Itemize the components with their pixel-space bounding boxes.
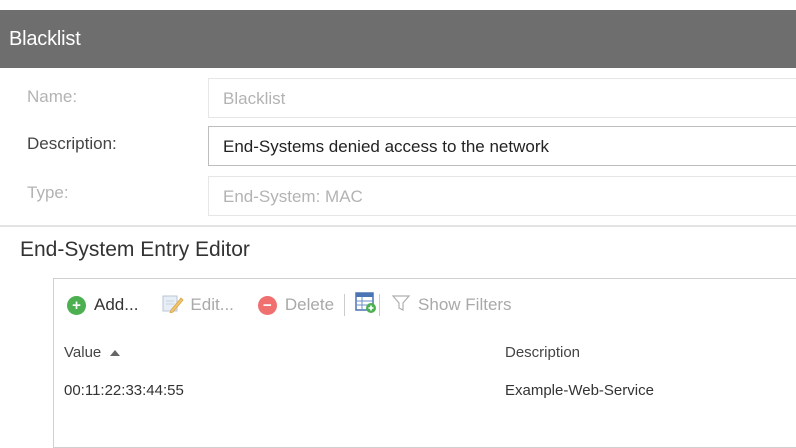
type-value: End-System: MAC <box>223 187 363 206</box>
show-filters-button[interactable]: Show Filters <box>391 294 512 317</box>
column-header-description-label: Description <box>505 344 581 361</box>
export-table-button[interactable] <box>355 291 377 319</box>
editor-toolbar: + Add... Edit... − Delete Show Filters <box>54 279 796 331</box>
toolbar-divider <box>379 294 381 316</box>
delete-button[interactable]: − Delete <box>257 295 335 315</box>
description-field[interactable]: End-Systems denied access to the network <box>208 126 796 166</box>
column-header-value[interactable]: Value <box>64 344 121 361</box>
window-title: Blacklist <box>9 28 81 50</box>
name-label: Name: <box>27 87 78 106</box>
description-value: End-Systems denied access to the network <box>223 137 549 156</box>
sort-ascending-icon <box>110 349 121 356</box>
cell-description: Example-Web-Service <box>505 382 654 399</box>
description-label: Description: <box>27 134 117 153</box>
section-divider <box>0 225 796 227</box>
delete-button-label: Delete <box>284 295 335 314</box>
column-header-description[interactable]: Description <box>505 344 580 361</box>
table-export-icon <box>355 291 377 319</box>
edit-button[interactable]: Edit... <box>162 293 234 318</box>
type-field: End-System: MAC <box>208 176 796 216</box>
name-field: Blacklist <box>208 78 796 118</box>
edit-pencil-icon <box>162 293 184 318</box>
show-filters-label: Show Filters <box>418 295 512 314</box>
add-button-label: Add... <box>94 295 139 314</box>
entry-editor-panel: + Add... Edit... − Delete Show Filters V… <box>53 278 796 448</box>
plus-circle-icon: + <box>67 295 86 315</box>
window-title-bar: Blacklist <box>0 10 796 68</box>
edit-button-label: Edit... <box>190 295 234 314</box>
type-label: Type: <box>27 183 69 202</box>
name-value: Blacklist <box>223 89 286 108</box>
minus-circle-icon: − <box>257 295 277 315</box>
cell-value: 00:11:22:33:44:55 <box>64 382 184 399</box>
add-button[interactable]: + Add... <box>67 295 138 315</box>
column-header-value-label: Value <box>64 344 102 361</box>
entry-editor-title: End-System Entry Editor <box>20 238 250 261</box>
toolbar-divider <box>344 294 346 316</box>
funnel-icon <box>391 294 411 317</box>
